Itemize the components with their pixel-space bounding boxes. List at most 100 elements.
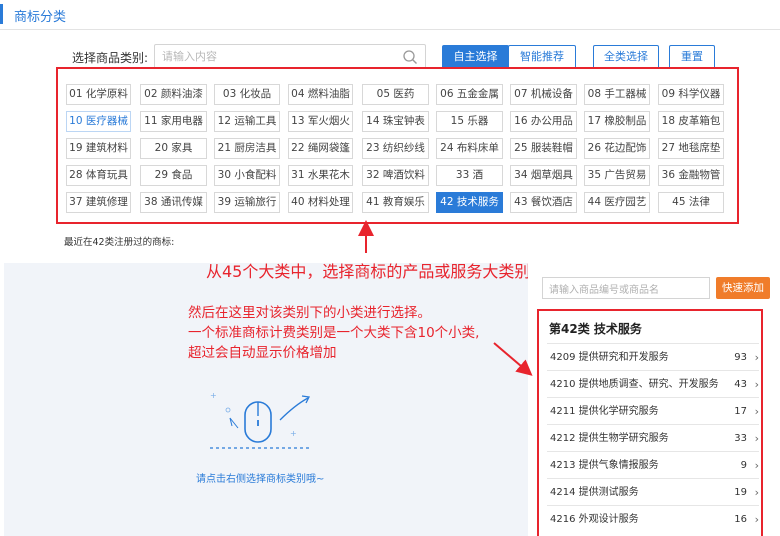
category-item[interactable]: 21 厨房洁具 bbox=[214, 138, 280, 159]
subclass-name: 4212 提供生物学研究服务 bbox=[550, 433, 669, 444]
category-item[interactable]: 43 餐饮酒店 bbox=[510, 192, 577, 213]
category-item[interactable]: 03 化妆品 bbox=[214, 84, 280, 105]
subclass-panel-title: 第42类 技术服务 bbox=[549, 322, 642, 336]
category-item[interactable]: 27 地毯席垫 bbox=[658, 138, 724, 159]
category-item[interactable]: 35 广告贸易 bbox=[584, 165, 650, 186]
category-item[interactable]: 22 绳网袋篷 bbox=[288, 138, 353, 159]
subclass-count: 9 bbox=[740, 460, 747, 471]
subclass-item[interactable]: 4212 提供生物学研究服务 33 › bbox=[547, 424, 759, 451]
subclass-item[interactable]: 4214 提供测试服务 19 › bbox=[547, 478, 759, 505]
subclass-item[interactable]: 4209 提供研究和开发服务 93 › bbox=[547, 343, 759, 370]
category-item[interactable]: 19 建筑材料 bbox=[66, 138, 131, 159]
category-item[interactable]: 20 家具 bbox=[140, 138, 207, 159]
category-item[interactable]: 37 建筑修理 bbox=[66, 192, 131, 213]
product-search-box[interactable] bbox=[542, 277, 710, 301]
category-item[interactable]: 06 五金金属 bbox=[436, 84, 503, 105]
subclass-count: 43 bbox=[734, 379, 747, 390]
category-item[interactable]: 13 军火烟火 bbox=[288, 111, 353, 132]
category-item[interactable]: 30 小食配料 bbox=[214, 165, 280, 186]
subclass-count: 17 bbox=[734, 406, 747, 417]
category-item[interactable]: 18 皮革箱包 bbox=[658, 111, 724, 132]
annotation-sub-line: 超过会自动显示价格增加 bbox=[188, 345, 337, 361]
self-select-button[interactable]: 自主选择 bbox=[442, 45, 509, 69]
subclass-item[interactable]: 4211 提供化学研究服务 17 › bbox=[547, 397, 759, 424]
mouse-click-illustration-icon: + + bbox=[210, 391, 310, 449]
subclass-count: 19 bbox=[734, 487, 747, 498]
subclass-name: 4216 外观设计服务 bbox=[550, 514, 639, 525]
category-item[interactable]: 25 服装鞋帽 bbox=[510, 138, 577, 159]
chevron-right-icon: › bbox=[754, 459, 759, 472]
category-item[interactable]: 40 材料处理 bbox=[288, 192, 353, 213]
chevron-right-icon: › bbox=[754, 405, 759, 418]
page-title: 商标分类 bbox=[14, 10, 67, 25]
category-item[interactable]: 45 法律 bbox=[658, 192, 724, 213]
subclass-highlight-frame: 第42类 技术服务 4209 提供研究和开发服务 93 › 4210 提供地质调查、研… bbox=[537, 309, 763, 536]
category-item[interactable]: 11 家用电器 bbox=[140, 111, 207, 132]
category-item[interactable]: 31 水果花木 bbox=[288, 165, 353, 186]
subclass-count: 93 bbox=[734, 352, 747, 363]
category-item[interactable]: 29 食品 bbox=[140, 165, 207, 186]
select-category-hint: 请点击右侧选择商标类别哦~ bbox=[196, 474, 325, 485]
page-header: 商标分类 bbox=[0, 0, 780, 30]
category-item[interactable]: 24 布料床单 bbox=[436, 138, 503, 159]
chevron-right-icon: › bbox=[754, 432, 759, 445]
subclass-item[interactable]: 4210 提供地质调查、研究、开发服务 43 › bbox=[547, 370, 759, 397]
subclass-name: 4214 提供测试服务 bbox=[550, 487, 639, 498]
chevron-right-icon: › bbox=[754, 378, 759, 391]
header-accent-bar bbox=[0, 4, 3, 24]
category-item[interactable]: 39 运输旅行 bbox=[214, 192, 280, 213]
category-search-input[interactable] bbox=[162, 45, 392, 68]
chevron-right-icon: › bbox=[754, 486, 759, 499]
subclass-count: 33 bbox=[734, 433, 747, 444]
category-item[interactable]: 32 啤酒饮料 bbox=[362, 165, 429, 186]
category-item[interactable]: 12 运输工具 bbox=[214, 111, 280, 132]
category-item[interactable]: 17 橡胶制品 bbox=[584, 111, 650, 132]
category-item[interactable]: 08 手工器械 bbox=[584, 84, 650, 105]
recent-trademarks-label: 最近在42类注册过的商标: bbox=[64, 237, 175, 248]
category-item[interactable]: 33 酒 bbox=[436, 165, 503, 186]
category-item[interactable]: 05 医药 bbox=[362, 84, 429, 105]
annotation-sub-line: 一个标准商标计费类别是一个大类下含10个小类, bbox=[188, 325, 480, 341]
category-item[interactable]: 38 通讯传媒 bbox=[140, 192, 207, 213]
subclass-count: 16 bbox=[734, 514, 747, 525]
subclass-name: 4209 提供研究和开发服务 bbox=[550, 352, 669, 363]
category-item[interactable]: 36 金融物管 bbox=[658, 165, 724, 186]
search-icon[interactable] bbox=[402, 49, 418, 65]
category-item[interactable]: 01 化学原料 bbox=[66, 84, 131, 105]
subclass-name: 4210 提供地质调查、研究、开发服务 bbox=[550, 379, 719, 390]
product-search-input[interactable] bbox=[549, 280, 709, 301]
category-item[interactable]: 15 乐器 bbox=[436, 111, 503, 132]
category-item[interactable]: 14 珠宝钟表 bbox=[362, 111, 429, 132]
category-item[interactable]: 10 医疗器械 bbox=[66, 111, 131, 132]
category-search-box[interactable] bbox=[154, 44, 426, 69]
annotation-sub-line: 然后在这里对该类别下的小类进行选择。 bbox=[188, 305, 431, 321]
category-item[interactable]: 09 科学仪器 bbox=[658, 84, 724, 105]
annotation-sub: 然后在这里对该类别下的小类进行选择。 一个标准商标计费类别是一个大类下含10个小… bbox=[188, 303, 518, 363]
category-item[interactable]: 23 纺织纱线 bbox=[362, 138, 429, 159]
chevron-right-icon: › bbox=[754, 513, 759, 526]
reset-button[interactable]: 重置 bbox=[669, 45, 715, 69]
category-item[interactable]: 26 花边配饰 bbox=[584, 138, 650, 159]
category-item[interactable]: 34 烟草烟具 bbox=[510, 165, 577, 186]
category-item[interactable]: 28 体育玩具 bbox=[66, 165, 131, 186]
smart-recommend-button[interactable]: 智能推荐 bbox=[508, 45, 576, 69]
category-item[interactable]: 42 技术服务 bbox=[436, 192, 503, 213]
category-search-label: 选择商品类别: bbox=[72, 51, 149, 65]
category-item[interactable]: 41 教育娱乐 bbox=[362, 192, 429, 213]
category-item[interactable]: 04 燃料油脂 bbox=[288, 84, 353, 105]
category-item[interactable]: 02 颜料油漆 bbox=[140, 84, 207, 105]
select-all-button[interactable]: 全类选择 bbox=[593, 45, 659, 69]
annotation-main: 从45个大类中，选择商标的产品或服务大类别 bbox=[206, 262, 531, 281]
subclass-list: 4209 提供研究和开发服务 93 › 4210 提供地质调查、研究、开发服务 43 › 4… bbox=[547, 343, 759, 532]
category-item[interactable]: 16 办公用品 bbox=[510, 111, 577, 132]
subclass-name: 4213 提供气象情报服务 bbox=[550, 460, 659, 471]
subclass-item[interactable]: 4213 提供气象情报服务 9 › bbox=[547, 451, 759, 478]
chevron-right-icon: › bbox=[754, 351, 759, 364]
category-item[interactable]: 07 机械设备 bbox=[510, 84, 577, 105]
subclass-name: 4211 提供化学研究服务 bbox=[550, 406, 659, 417]
category-item[interactable]: 44 医疗园艺 bbox=[584, 192, 650, 213]
quick-add-button[interactable]: 快速添加 bbox=[716, 277, 770, 299]
svg-text:+: + bbox=[290, 429, 297, 438]
subclass-item[interactable]: 4216 外观设计服务 16 › bbox=[547, 505, 759, 532]
svg-text:+: + bbox=[210, 391, 217, 400]
